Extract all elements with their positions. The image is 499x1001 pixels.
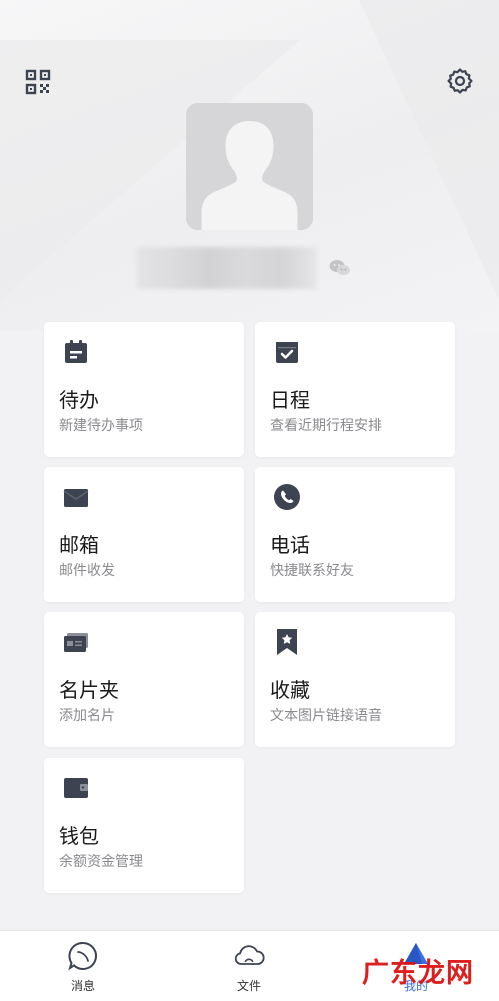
card-subtitle: 快捷联系好友 [270,563,354,579]
background-decoration-right [359,0,499,300]
card-todo[interactable]: 待办 新建待办事项 [44,322,244,457]
card-favorites[interactable]: 收藏 文本图片链接语音 [255,612,455,747]
card-schedule[interactable]: 日程 查看近期行程安排 [255,322,455,457]
card-phone[interactable]: 电话 快捷联系好友 [255,467,455,602]
nav-item-messages[interactable]: 消息 [33,931,133,1001]
card-title: 钱包 [59,824,99,848]
default-avatar-icon [186,103,313,230]
nav-label: 文件 [236,979,261,993]
card-wallet[interactable]: 钱包 余额资金管理 [44,758,244,893]
card-subtitle: 文本图片链接语音 [270,708,382,724]
user-name-blurred [137,247,317,289]
card-title: 待办 [59,388,99,412]
watermark: 广东龙网 [362,958,474,989]
phone-icon [273,483,301,511]
gear-icon[interactable] [446,67,474,95]
card-title: 收藏 [270,678,310,702]
card-subtitle: 邮件收发 [59,563,115,579]
nav-item-files[interactable]: 文件 [199,931,299,1001]
nav-label: 消息 [70,979,95,993]
avatar[interactable] [186,103,313,230]
envelope-icon [62,483,90,511]
card-subtitle: 查看近期行程安排 [270,418,382,434]
business-card-icon [62,628,90,656]
wechat-icon [329,259,351,277]
card-subtitle: 添加名片 [59,708,115,724]
card-subtitle: 余额资金管理 [59,854,143,870]
card-business-cards[interactable]: 名片夹 添加名片 [44,612,244,747]
card-title: 日程 [270,388,310,412]
card-title: 邮箱 [59,533,99,557]
calendar-check-icon [273,338,301,366]
chat-bubble-icon [67,940,99,972]
card-title: 名片夹 [59,678,119,702]
card-title: 电话 [270,533,310,557]
card-subtitle: 新建待办事项 [59,418,143,434]
bookmark-star-icon [273,628,301,656]
qrcode-icon[interactable] [25,69,51,95]
cloud-icon [233,940,265,972]
card-mail[interactable]: 邮箱 邮件收发 [44,467,244,602]
wallet-icon [62,774,90,802]
calendar-todo-icon [62,338,90,366]
